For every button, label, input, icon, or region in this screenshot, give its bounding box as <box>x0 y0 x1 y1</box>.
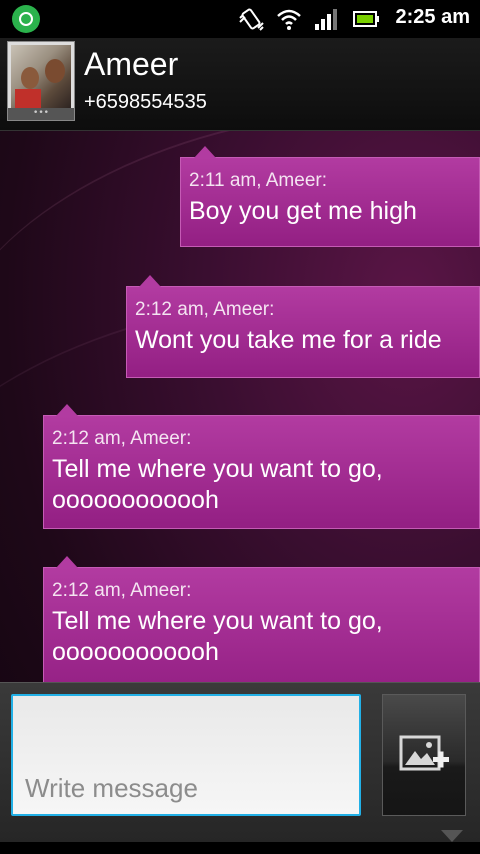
avatar-dots-icon: ••• <box>8 108 74 120</box>
menu-indicator-icon <box>441 830 463 842</box>
battery-icon <box>353 11 379 27</box>
message-bubble[interactable]: 2:11 am, Ameer: Boy you get me high <box>180 146 480 247</box>
message-meta: 2:11 am, Ameer: <box>189 170 327 191</box>
bottom-strip <box>0 842 480 854</box>
message-text: Boy you get me high <box>189 197 417 225</box>
vibrate-icon <box>239 8 264 31</box>
message-input-placeholder: Write message <box>25 773 198 803</box>
message-bubble[interactable]: 2:12 am, Ameer: Tell me where you want t… <box>43 404 480 529</box>
message-text: Wont you take me for a ride <box>135 326 442 354</box>
message-input[interactable]: Write message <box>11 694 361 816</box>
message-text: Tell me where you want to go, oooooooooo… <box>52 607 383 666</box>
message-bubble[interactable]: 2:12 am, Ameer: Tell me where you want t… <box>43 556 480 697</box>
contact-avatar[interactable]: ••• <box>7 41 75 121</box>
message-bubble[interactable]: 2:12 am, Ameer: Wont you take me for a r… <box>126 275 480 378</box>
avatar-shirt <box>15 89 41 109</box>
contact-name: Ameer <box>84 46 179 82</box>
compose-bar: Write message <box>0 682 480 843</box>
attach-media-button[interactable] <box>382 694 466 816</box>
message-meta: 2:12 am, Ameer: <box>52 428 192 449</box>
attach-image-icon <box>399 735 449 771</box>
signal-icon <box>315 9 337 30</box>
whatsapp-icon <box>12 5 40 33</box>
message-meta: 2:12 am, Ameer: <box>135 299 275 320</box>
message-text: Tell me where you want to go, oooooooooo… <box>52 455 383 514</box>
wifi-icon <box>277 9 301 30</box>
status-time: 2:25 am <box>395 6 471 28</box>
message-meta: 2:12 am, Ameer: <box>52 580 192 601</box>
avatar-face <box>21 67 39 89</box>
avatar-face <box>45 59 65 83</box>
status-bar: 2:25 am <box>0 0 480 38</box>
contact-number: +6598554535 <box>84 91 207 113</box>
conversation-header: ••• Ameer +6598554535 <box>0 38 480 131</box>
avatar-photo <box>11 45 71 109</box>
